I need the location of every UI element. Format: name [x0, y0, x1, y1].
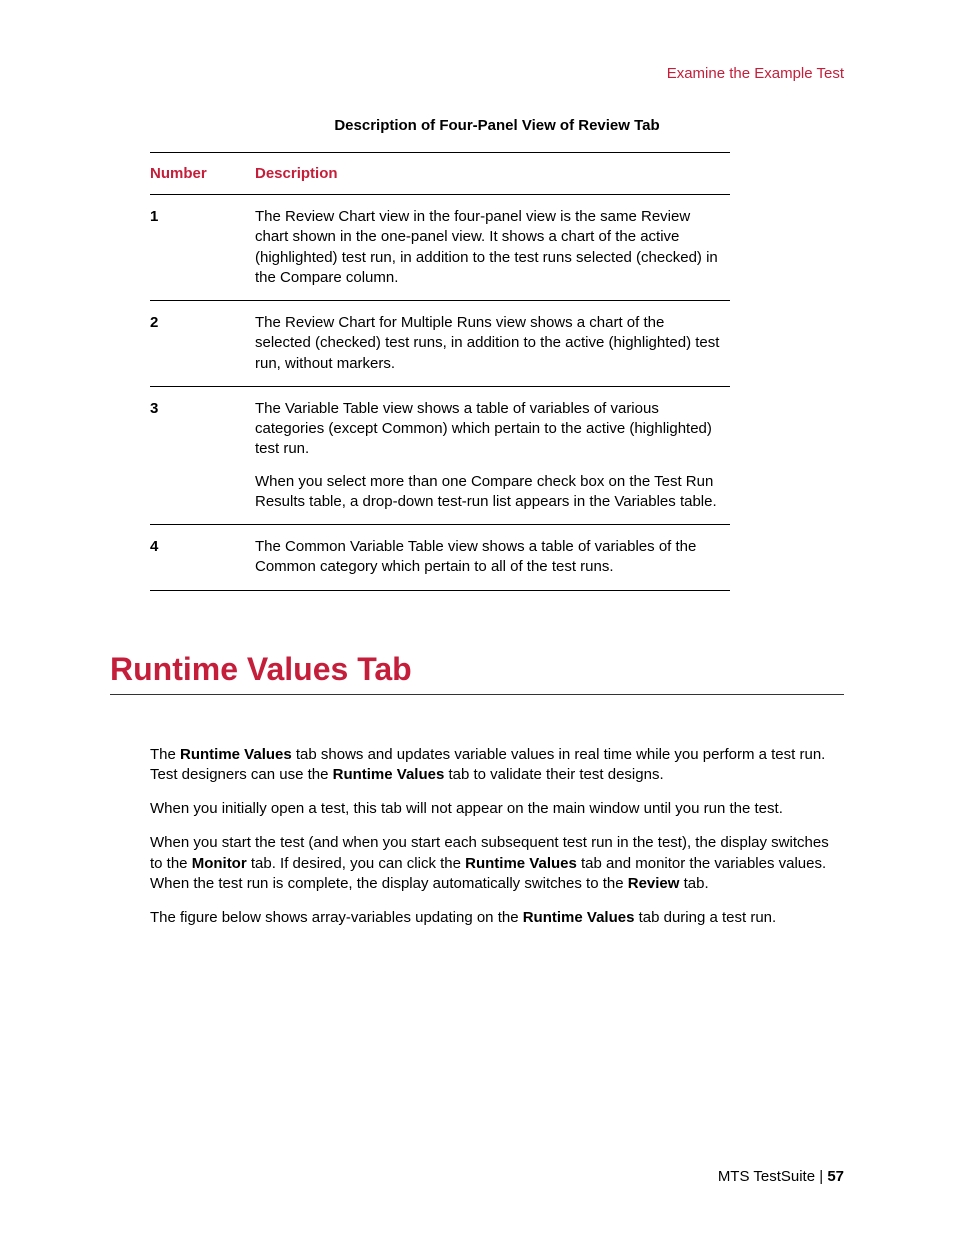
table-row: 3 The Variable Table view shows a table … [150, 386, 730, 524]
table-row: 2 The Review Chart for Multiple Runs vie… [150, 301, 730, 387]
body-text: The Runtime Values tab shows and updates… [150, 745, 844, 929]
row-desc: The Review Chart view in the four-panel … [255, 195, 730, 301]
row-number: 3 [150, 386, 255, 524]
row-desc: The Variable Table view shows a table of… [255, 386, 730, 524]
table-row: 1 The Review Chart view in the four-pane… [150, 195, 730, 301]
row-number: 1 [150, 195, 255, 301]
paragraph: When you start the test (and when you st… [150, 833, 844, 894]
header-link[interactable]: Examine the Example Test [110, 65, 844, 82]
paragraph: The Runtime Values tab shows and updates… [150, 745, 844, 786]
footer: MTS TestSuite | 57 [718, 1168, 844, 1185]
description-table: Number Description 1 The Review Chart vi… [150, 152, 730, 591]
row-desc: The Common Variable Table view shows a t… [255, 525, 730, 591]
paragraph: When you initially open a test, this tab… [150, 799, 844, 819]
row-number: 4 [150, 525, 255, 591]
row-desc: The Review Chart for Multiple Runs view … [255, 301, 730, 387]
row-number: 2 [150, 301, 255, 387]
th-number: Number [150, 153, 255, 195]
section-heading: Runtime Values Tab [110, 651, 844, 695]
th-description: Description [255, 153, 730, 195]
table-row: 4 The Common Variable Table view shows a… [150, 525, 730, 591]
table-caption: Description of Four-Panel View of Review… [110, 117, 844, 134]
paragraph: The figure below shows array-variables u… [150, 908, 844, 928]
